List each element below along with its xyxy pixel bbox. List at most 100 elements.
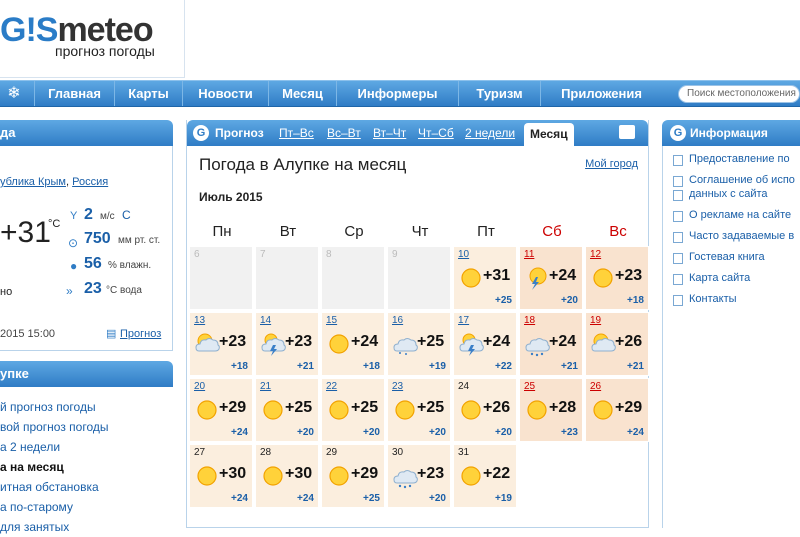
info-link[interactable]: Контакты bbox=[673, 292, 800, 306]
day-number: 12 bbox=[590, 249, 602, 260]
sun-icon bbox=[194, 463, 220, 489]
tab-thu-sat[interactable]: Чт–Сб bbox=[418, 120, 454, 146]
tab-two-weeks[interactable]: 2 недели bbox=[465, 120, 515, 146]
sun-icon bbox=[326, 331, 352, 357]
day-temp: +30 bbox=[285, 465, 313, 482]
calendar-day[interactable]: 28 +30 +24 bbox=[255, 444, 319, 508]
tab-fri-sun[interactable]: Пт–Вс bbox=[279, 120, 314, 146]
sun-icon bbox=[458, 265, 484, 291]
day-number: 17 bbox=[458, 315, 470, 326]
partly-cloudy-icon bbox=[590, 331, 616, 357]
temp-unit: °C bbox=[48, 218, 61, 230]
night-temp: +23 bbox=[561, 427, 578, 438]
country-link[interactable]: Россия bbox=[72, 176, 108, 188]
day-temp: +24 bbox=[483, 333, 511, 350]
menu-item[interactable]: а 2 недели bbox=[0, 437, 173, 457]
day-temp: +31 bbox=[483, 267, 511, 284]
menu-item[interactable]: для занятых bbox=[0, 517, 173, 537]
partly-cloudy-icon bbox=[194, 331, 220, 357]
menu-item-active[interactable]: а на месяц bbox=[0, 457, 173, 477]
info-link[interactable]: Часто задаваемые в bbox=[673, 229, 800, 243]
region-link[interactable]: убликa Крым bbox=[0, 176, 66, 188]
calendar-day[interactable]: 15 +24 +18 bbox=[321, 312, 385, 376]
calendar-day[interactable]: 11 +24 +20 bbox=[519, 246, 583, 310]
info-link[interactable]: Карта сайта bbox=[673, 271, 800, 285]
night-temp: +21 bbox=[297, 361, 314, 372]
logo-area[interactable]: G!Smeteo прогноз погоды bbox=[0, 0, 185, 78]
tab-month[interactable]: Месяц bbox=[524, 123, 574, 146]
calendar-day[interactable]: 12 +23 +18 bbox=[585, 246, 649, 310]
calendar-day[interactable]: 10 +31 +25 bbox=[453, 246, 517, 310]
calendar-day[interactable]: 27 +30 +24 bbox=[189, 444, 253, 508]
day-temp: +22 bbox=[483, 465, 511, 482]
nav-apps[interactable]: Приложения bbox=[540, 81, 662, 106]
sun-icon bbox=[590, 397, 616, 423]
day-number: 9 bbox=[392, 249, 398, 260]
weekday-header: Ср bbox=[344, 223, 364, 240]
weekday-header: Пт bbox=[477, 223, 495, 240]
info-link[interactable]: Соглашение об испо bbox=[673, 173, 800, 187]
day-number: 11 bbox=[524, 249, 535, 260]
calendar-day[interactable]: 23 +25 +20 bbox=[387, 378, 451, 442]
menu-item[interactable]: вой прогноз погоды bbox=[0, 417, 173, 437]
night-temp: +21 bbox=[627, 361, 644, 372]
info-link[interactable]: О рекламе на сайте bbox=[673, 208, 800, 222]
night-temp: +22 bbox=[495, 361, 512, 372]
menu-item[interactable]: й прогноз погоды bbox=[0, 397, 173, 417]
calendar-day[interactable]: 29 +29 +25 bbox=[321, 444, 385, 508]
menu-item[interactable]: а по-старому bbox=[0, 497, 173, 517]
wind-value: 2 bbox=[84, 206, 93, 223]
day-temp: +29 bbox=[219, 399, 247, 416]
day-temp: +25 bbox=[417, 333, 445, 350]
tab-sun-tue[interactable]: Вс–Вт bbox=[327, 120, 361, 146]
calendar-day[interactable]: 13 +23 +18 bbox=[189, 312, 253, 376]
nav-news[interactable]: Новости bbox=[182, 81, 268, 106]
tab-forecast[interactable]: Прогноз bbox=[215, 120, 264, 146]
day-number: 31 bbox=[458, 447, 470, 458]
snowflake-icon[interactable]: ❄ bbox=[0, 81, 28, 106]
night-temp: +18 bbox=[627, 295, 644, 306]
calendar-day: 9 bbox=[387, 246, 451, 310]
calendar-day[interactable]: 24 +26 +20 bbox=[453, 378, 517, 442]
my-city-link[interactable]: Мой город bbox=[585, 158, 638, 170]
calendar-day[interactable]: 19 +26 +21 bbox=[585, 312, 649, 376]
storm-cloud-icon bbox=[260, 331, 286, 357]
calendar-day[interactable]: 17 +24 +22 bbox=[453, 312, 517, 376]
night-temp: +24 bbox=[231, 427, 248, 438]
menu-item[interactable]: итная обстановка bbox=[0, 477, 173, 497]
calendar-day[interactable]: 30 +23 +20 bbox=[387, 444, 451, 508]
calendar-day[interactable]: 14 +23 +21 bbox=[255, 312, 319, 376]
calendar-day[interactable]: 16 +25 +19 bbox=[387, 312, 451, 376]
nav-maps[interactable]: Карты bbox=[114, 81, 182, 106]
calendar-day[interactable]: 20 +29 +24 bbox=[189, 378, 253, 442]
nav-tourism[interactable]: Туризм bbox=[458, 81, 540, 106]
day-temp: +24 bbox=[549, 267, 577, 284]
night-temp: +25 bbox=[495, 295, 512, 306]
night-temp: +24 bbox=[627, 427, 644, 438]
info-link-cont[interactable]: данных с сайта bbox=[673, 187, 800, 201]
nav-month[interactable]: Месяц bbox=[268, 81, 336, 106]
search-input[interactable]: Поиск местоположения bbox=[678, 85, 800, 103]
print-icon[interactable] bbox=[619, 125, 635, 139]
calendar-day[interactable]: 31 +22 +19 bbox=[453, 444, 517, 508]
day-temp: +23 bbox=[615, 267, 643, 284]
day-number: 20 bbox=[194, 381, 206, 392]
wind-direction: С bbox=[122, 208, 131, 222]
logo-part-1: G bbox=[0, 11, 26, 49]
calendar-day[interactable]: 21 +25 +20 bbox=[255, 378, 319, 442]
calendar-day[interactable]: 26 +29 +24 bbox=[585, 378, 649, 442]
calendar-day[interactable]: 25 +28 +23 bbox=[519, 378, 583, 442]
forecast-link[interactable]: Прогноз bbox=[120, 328, 161, 340]
calendar-day[interactable]: 22 +25 +20 bbox=[321, 378, 385, 442]
sun-icon bbox=[260, 463, 286, 489]
day-temp: +28 bbox=[549, 399, 577, 416]
info-link[interactable]: Предоставление по bbox=[673, 152, 800, 166]
night-temp: +18 bbox=[231, 361, 248, 372]
rain-cloud-icon bbox=[392, 463, 418, 489]
calendar-day[interactable]: 18 +24 +21 bbox=[519, 312, 583, 376]
tab-tue-thu[interactable]: Вт–Чт bbox=[373, 120, 406, 146]
info-link[interactable]: Гостевая книга bbox=[673, 250, 800, 264]
nav-informers[interactable]: Информеры bbox=[336, 81, 458, 106]
nav-main[interactable]: Главная bbox=[34, 81, 114, 106]
gismeteo-icon: G bbox=[193, 125, 209, 141]
